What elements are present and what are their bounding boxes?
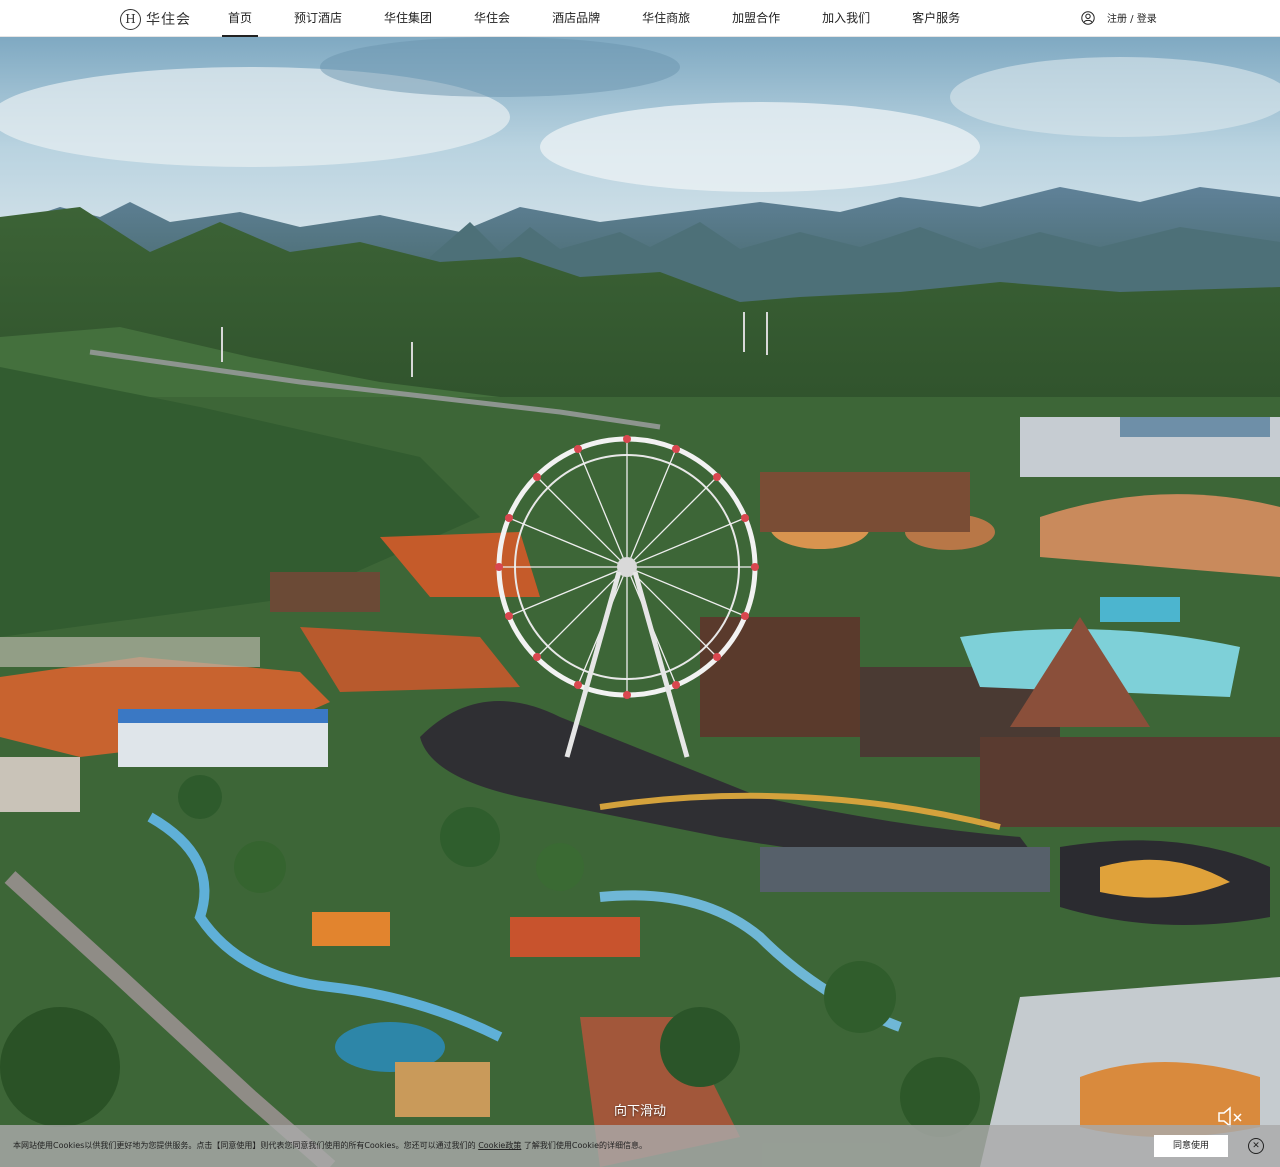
nav-item-book-hotel[interactable]: 预订酒店 — [288, 0, 348, 37]
cookie-text-after: 了解我们使用Cookie的详细信息。 — [521, 1141, 648, 1150]
hero-aerial-image — [0, 37, 1280, 1167]
nav-item-membership[interactable]: 华住会 — [468, 0, 516, 37]
nav-item-customer-service[interactable]: 客户服务 — [906, 0, 966, 37]
auth-label: 注册 / 登录 — [1107, 14, 1157, 25]
cookie-consent-bar: 本网站使用Cookies以供我们更好地为您提供服务。点击【同意使用】则代表您同意… — [0, 1125, 1280, 1167]
nav-item-group[interactable]: 华住集团 — [378, 0, 438, 37]
cookie-notice-text: 本网站使用Cookies以供我们更好地为您提供服务。点击【同意使用】则代表您同意… — [13, 1140, 647, 1151]
cookie-text-before: 本网站使用Cookies以供我们更好地为您提供服务。点击【同意使用】则代表您同意… — [13, 1141, 479, 1150]
logo-text: 华住会 — [146, 12, 191, 28]
user-icon — [1081, 10, 1095, 25]
top-navigation-bar: H 华住会 首页 预订酒店 华住集团 华住会 酒店品牌 华住商旅 加盟合作 加入… — [0, 0, 1280, 37]
hero-banner: 向下滑动 — [0, 37, 1280, 1167]
brand-logo[interactable]: H 华住会 — [120, 8, 191, 30]
nav-item-brands[interactable]: 酒店品牌 — [546, 0, 606, 37]
nav-item-home[interactable]: 首页 — [222, 0, 259, 37]
close-icon[interactable]: ✕ — [1248, 1138, 1264, 1154]
auth-link[interactable]: 注册 / 登录 — [1081, 10, 1157, 25]
nav-item-careers[interactable]: 加入我们 — [816, 0, 876, 37]
scroll-down-hint[interactable]: 向下滑动 — [0, 1100, 1280, 1119]
main-nav: 首页 预订酒店 华住集团 华住会 酒店品牌 华住商旅 加盟合作 加入我们 客户服… — [222, 0, 996, 37]
cookie-policy-link[interactable]: Cookie政策 — [478, 1141, 521, 1150]
agree-cookies-button[interactable]: 同意使用 — [1154, 1135, 1228, 1157]
logo-mark: H — [120, 8, 141, 30]
nav-item-franchise[interactable]: 加盟合作 — [726, 0, 786, 37]
nav-item-business-travel[interactable]: 华住商旅 — [636, 0, 696, 37]
